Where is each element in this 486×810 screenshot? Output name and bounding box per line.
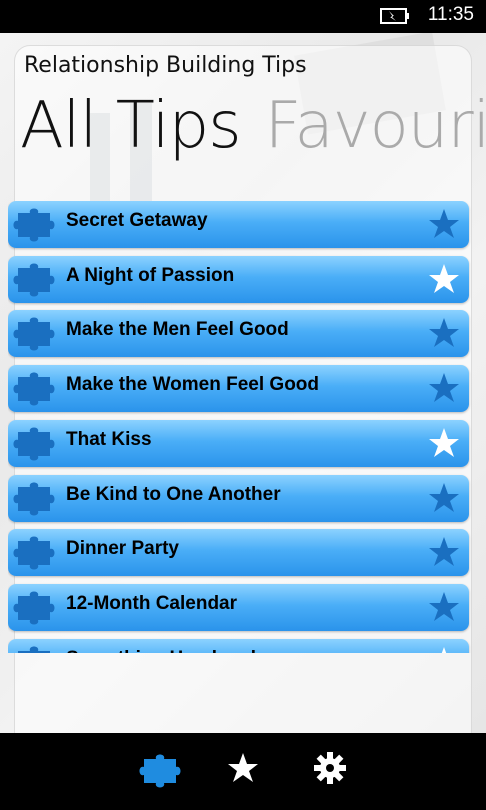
tip-row[interactable]: A Night of Passion xyxy=(8,255,469,303)
puzzle-piece-icon xyxy=(139,754,181,788)
app-bar xyxy=(0,733,486,810)
star-icon[interactable] xyxy=(427,481,461,515)
star-icon xyxy=(228,753,258,782)
tip-label: Secret Getaway xyxy=(66,210,208,231)
star-icon[interactable] xyxy=(427,316,461,350)
tip-label: 12-Month Calendar xyxy=(66,592,238,614)
status-bar: 11:35 xyxy=(0,0,486,33)
puzzle-piece-icon xyxy=(13,591,55,625)
settings-button[interactable] xyxy=(313,751,347,785)
tip-label: Something Handmade xyxy=(66,648,267,653)
tip-label: A Night of Passion xyxy=(66,264,235,286)
puzzle-piece-icon xyxy=(13,536,55,570)
tip-row[interactable]: That Kiss xyxy=(8,419,469,467)
star-icon[interactable] xyxy=(427,535,461,569)
puzzle-piece-icon xyxy=(13,263,55,297)
tip-label: That Kiss xyxy=(66,428,152,450)
puzzle-piece-icon xyxy=(18,646,50,653)
tip-label: Dinner Party xyxy=(66,538,179,560)
star-icon[interactable] xyxy=(427,371,461,405)
favourite-star-icon[interactable] xyxy=(427,426,461,460)
puzzle-piece-icon xyxy=(13,427,55,461)
puzzle-piece-icon xyxy=(13,482,55,515)
tips-list: Secret Getaway A Night of Passion Make the… xyxy=(8,201,473,653)
puzzle-piece-icon xyxy=(13,208,55,242)
all-tips-button[interactable] xyxy=(134,751,192,791)
favourites-button[interactable] xyxy=(226,751,260,785)
tip-label: Make the Men Feel Good xyxy=(66,319,289,341)
star-icon[interactable] xyxy=(427,207,461,241)
tip-row[interactable]: Something Handmade xyxy=(8,638,469,653)
app-title: Relationship Building Tips xyxy=(24,53,307,78)
tip-row[interactable]: Dinner Party xyxy=(8,529,469,577)
tip-label: Be Kind to One Another xyxy=(66,483,281,505)
tip-row[interactable]: Make the Men Feel Good xyxy=(8,310,469,358)
tip-row[interactable]: Be Kind to One Another xyxy=(8,474,469,522)
tip-row[interactable]: Make the Women Feel Good xyxy=(8,365,469,413)
gear-icon xyxy=(314,752,346,784)
puzzle-piece-icon xyxy=(13,317,55,351)
tip-label: Make the Women Feel Good xyxy=(66,374,320,396)
pivot-header: All Tips Favouri xyxy=(20,89,486,163)
star-icon[interactable] xyxy=(427,590,461,624)
pivot-favourites[interactable]: Favouri xyxy=(265,89,486,163)
favourite-star-icon[interactable] xyxy=(427,262,461,296)
battery-charging-icon xyxy=(380,8,409,24)
tip-row[interactable]: 12-Month Calendar xyxy=(8,583,469,631)
pivot-all-tips[interactable]: All Tips xyxy=(20,89,242,163)
puzzle-piece-icon xyxy=(13,372,55,406)
main-content: Relationship Building Tips All Tips Favou… xyxy=(0,33,486,733)
favourite-star-icon[interactable] xyxy=(427,645,461,653)
clock: 11:35 xyxy=(427,4,474,25)
tip-row[interactable]: Secret Getaway xyxy=(8,201,469,248)
